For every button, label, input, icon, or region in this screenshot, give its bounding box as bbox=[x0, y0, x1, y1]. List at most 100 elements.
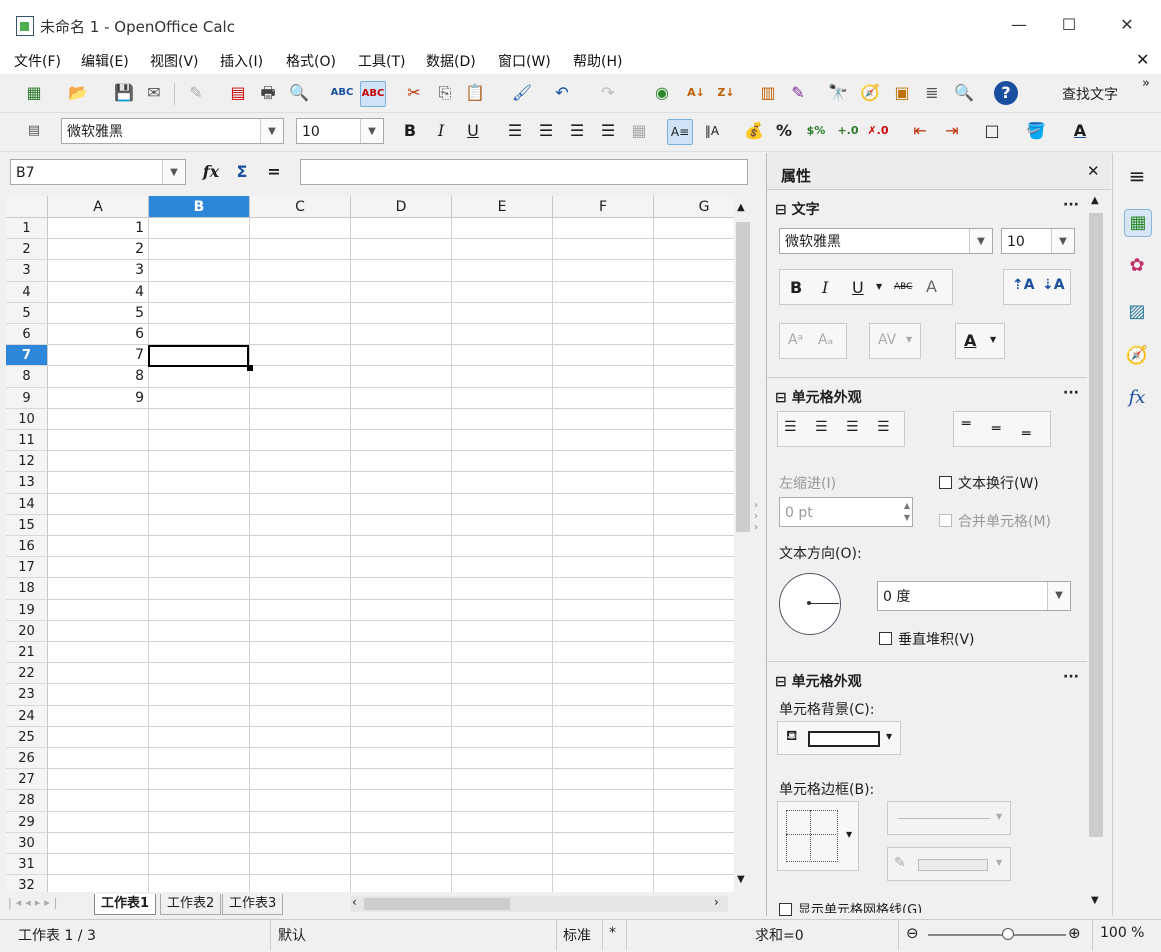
scroll-left-icon[interactable]: ‹ bbox=[352, 895, 357, 909]
font-color-icon[interactable]: A bbox=[1068, 119, 1092, 143]
tab-nav-arrows-icon[interactable]: |◂◂▸▸| bbox=[8, 896, 62, 909]
sheet-tab-1[interactable]: 工作表1 bbox=[94, 894, 157, 915]
close-window-button[interactable]: ✕ bbox=[1104, 10, 1150, 40]
selection-mode[interactable]: 标准 bbox=[563, 925, 591, 945]
sidebar-bold-button[interactable]: B bbox=[790, 278, 802, 297]
gallery-icon[interactable]: ▣ bbox=[890, 81, 914, 105]
cell-a6[interactable]: 6 bbox=[48, 324, 144, 345]
scroll-down-icon[interactable]: ▼ bbox=[737, 874, 745, 885]
gallery-tab-icon[interactable]: ▨ bbox=[1124, 299, 1150, 325]
sidebar-menu-icon[interactable]: ≡ bbox=[1124, 163, 1150, 189]
horizontal-scrollbar[interactable]: ‹ › bbox=[350, 895, 728, 912]
row-header-8[interactable]: 8 bbox=[6, 366, 48, 388]
sidebar-justify-icon[interactable]: ☰ bbox=[877, 419, 890, 435]
sort-descending-icon[interactable]: Z↓ bbox=[714, 81, 738, 105]
fill-handle[interactable] bbox=[247, 365, 253, 371]
name-box[interactable]: B7 ▼ bbox=[10, 159, 186, 185]
row-header-28[interactable]: 28 bbox=[6, 790, 48, 812]
sidebar-collapse-handle[interactable]: › › › bbox=[754, 500, 762, 560]
row-header-26[interactable]: 26 bbox=[6, 748, 48, 770]
underline-dropdown-icon[interactable]: ▼ bbox=[876, 282, 882, 291]
row-header-18[interactable]: 18 bbox=[6, 578, 48, 600]
align-right-icon[interactable]: ☰ bbox=[565, 119, 589, 143]
clone-formatting-icon[interactable]: 🖌 bbox=[510, 81, 534, 105]
row-header-25[interactable]: 25 bbox=[6, 726, 48, 748]
sidebar-underline-button[interactable]: U bbox=[852, 278, 864, 297]
row-header-3[interactable]: 3 bbox=[6, 260, 48, 282]
scroll-up-icon[interactable]: ▲ bbox=[1091, 195, 1099, 206]
sidebar-font-color-button[interactable]: A ▼ bbox=[955, 323, 1005, 359]
merge-cells-icon[interactable]: ▦ bbox=[627, 119, 651, 143]
number-format-icon[interactable]: $% bbox=[804, 119, 828, 143]
sidebar-align-center-icon[interactable]: ☰ bbox=[815, 419, 828, 435]
spin-buttons-icon[interactable]: ▲ ▼ bbox=[904, 500, 910, 524]
background-color-icon[interactable]: 🪣 bbox=[1024, 119, 1048, 143]
styles-icon[interactable]: ▤ bbox=[22, 119, 46, 143]
row-header-11[interactable]: 11 bbox=[6, 430, 48, 452]
sidebar-scroll-thumb[interactable] bbox=[1089, 213, 1103, 837]
delete-decimal-icon[interactable]: ✗.0 bbox=[866, 119, 890, 143]
sheet-tab-2[interactable]: 工作表2 bbox=[160, 894, 222, 915]
sidebar-scrollbar[interactable]: ▲ ▼ bbox=[1087, 195, 1105, 911]
character-spacing-button[interactable]: AV ▼ bbox=[869, 323, 921, 359]
select-all-corner[interactable] bbox=[6, 196, 48, 218]
insert-chart-icon[interactable]: ▥ bbox=[756, 81, 780, 105]
row-header-20[interactable]: 20 bbox=[6, 620, 48, 642]
functions-tab-icon[interactable]: fx bbox=[1124, 385, 1150, 411]
vertical-text-icon[interactable]: ‖A bbox=[700, 119, 724, 143]
row-header-16[interactable]: 16 bbox=[6, 536, 48, 558]
column-header-c[interactable]: C bbox=[250, 196, 351, 218]
paste-icon[interactable]: 📋 bbox=[463, 81, 487, 105]
navigator-globe-icon[interactable]: ◉ bbox=[650, 81, 674, 105]
scroll-right-icon[interactable]: › bbox=[714, 895, 719, 909]
row-header-15[interactable]: 15 bbox=[6, 514, 48, 536]
decrease-indent-icon[interactable]: ⇤ bbox=[908, 119, 932, 143]
spellcheck-icon[interactable]: ABC bbox=[330, 81, 354, 105]
borders-icon[interactable]: □ bbox=[980, 119, 1004, 143]
menu-file[interactable]: 文件(F) bbox=[14, 51, 61, 71]
wrap-text-icon[interactable]: A≡ bbox=[667, 119, 693, 145]
show-gridlines-checkbox[interactable] bbox=[779, 903, 792, 916]
subscript-icon[interactable]: Aₐ bbox=[818, 332, 833, 348]
menu-window[interactable]: 窗口(W) bbox=[498, 51, 551, 71]
indent-spinbox[interactable]: 0 pt ▲ ▼ bbox=[779, 497, 913, 527]
increase-indent-icon[interactable]: ⇥ bbox=[940, 119, 964, 143]
more-options-icon[interactable]: ··· bbox=[1063, 197, 1079, 213]
underline-button[interactable]: U bbox=[461, 119, 485, 143]
sidebar-align-right-icon[interactable]: ☰ bbox=[846, 419, 859, 435]
orientation-dial[interactable] bbox=[779, 573, 841, 635]
sidebar-italic-button[interactable]: I bbox=[822, 278, 828, 297]
row-header-21[interactable]: 21 bbox=[6, 642, 48, 664]
percent-button[interactable]: % bbox=[772, 119, 796, 143]
zoom-percent[interactable]: 100 % bbox=[1100, 925, 1144, 941]
menu-tools[interactable]: 工具(T) bbox=[358, 51, 405, 71]
cell-a9[interactable]: 9 bbox=[48, 388, 144, 409]
menu-data[interactable]: 数据(D) bbox=[426, 51, 476, 71]
cell-a1[interactable]: 1 bbox=[48, 218, 144, 239]
row-header-29[interactable]: 29 bbox=[6, 811, 48, 833]
font-name-combo[interactable]: 微软雅黑 ▼ bbox=[61, 118, 284, 144]
page-style[interactable]: 默认 bbox=[278, 925, 306, 945]
zoom-slider[interactable] bbox=[928, 928, 1066, 940]
navigator-tab-icon[interactable]: 🧭 bbox=[1124, 343, 1150, 369]
increase-font-icon[interactable]: ⇡A bbox=[1012, 277, 1035, 293]
font-size-combo[interactable]: 10 ▼ bbox=[296, 118, 384, 144]
print-preview-icon[interactable]: 🔍 bbox=[287, 81, 311, 105]
align-left-icon[interactable]: ☰ bbox=[503, 119, 527, 143]
new-document-icon[interactable]: ▦ bbox=[22, 81, 46, 105]
zoom-in-icon[interactable]: ⊕ bbox=[1068, 924, 1081, 942]
cell-cursor[interactable] bbox=[148, 345, 249, 367]
row-header-22[interactable]: 22 bbox=[6, 663, 48, 685]
more-options-icon[interactable]: ··· bbox=[1063, 669, 1079, 685]
minimize-button[interactable]: — bbox=[996, 10, 1042, 40]
cell-background-button[interactable]: ⛾ ▼ bbox=[777, 721, 901, 755]
row-header-12[interactable]: 12 bbox=[6, 451, 48, 473]
row-header-30[interactable]: 30 bbox=[6, 832, 48, 854]
align-middle-icon[interactable]: ═ bbox=[992, 421, 1000, 437]
email-icon[interactable]: ✉ bbox=[142, 81, 166, 105]
sidebar-font-name-combo[interactable]: 微软雅黑 ▼ bbox=[779, 228, 993, 254]
scroll-up-icon[interactable]: ▲ bbox=[737, 202, 745, 213]
zoom-out-icon[interactable]: ⊖ bbox=[906, 924, 919, 942]
align-top-icon[interactable]: ═ bbox=[962, 416, 970, 432]
chevron-down-icon[interactable]: ▼ bbox=[1051, 229, 1074, 253]
